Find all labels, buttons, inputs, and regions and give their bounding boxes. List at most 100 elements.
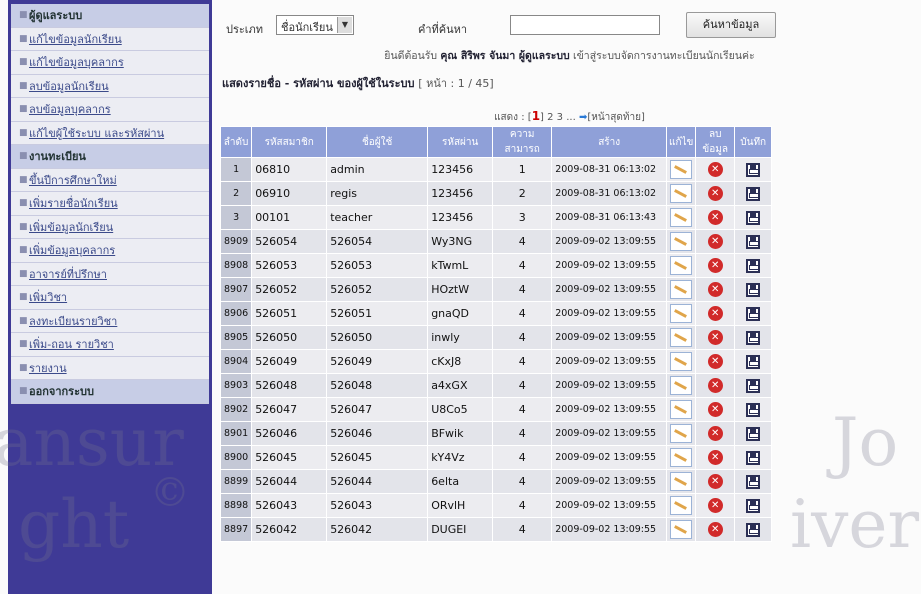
sidebar-item-8[interactable]: ■ เพิ่มรายชื่อนักเรียน: [11, 192, 209, 216]
save-icon[interactable]: [746, 402, 761, 417]
keyword-input[interactable]: [510, 15, 660, 35]
bullet-icon: ■: [19, 315, 28, 326]
member-id-cell: 526044: [251, 469, 328, 494]
sidebar-item-5[interactable]: ■ แก้ไขผู้ใช้ระบบ และรหัสผ่าน: [11, 121, 209, 145]
edit-icon[interactable]: [670, 304, 693, 323]
save-icon[interactable]: [746, 282, 761, 297]
delete-icon[interactable]: ✕: [707, 522, 723, 537]
pager-current[interactable]: 1: [532, 109, 540, 123]
save-icon[interactable]: [746, 330, 761, 345]
level-cell: 4: [492, 229, 553, 254]
column-header[interactable]: รหัสสมาชิก: [251, 126, 328, 158]
edit-icon[interactable]: [670, 208, 693, 227]
delete-icon[interactable]: ✕: [707, 498, 723, 513]
search-button[interactable]: ค้นหาข้อมูล: [686, 12, 776, 38]
edit-icon[interactable]: [670, 520, 693, 539]
bullet-icon: ■: [19, 127, 28, 138]
save-icon[interactable]: [746, 498, 761, 513]
password-cell: Wy3NG: [427, 229, 494, 254]
table-row: 8900 526045 526045 kY4Vz 4 2009-09-02 13:09:5…: [219, 445, 773, 470]
edit-icon[interactable]: [670, 328, 693, 347]
column-header[interactable]: แก้ไข: [666, 126, 697, 158]
sidebar-item-3[interactable]: ■ ลบข้อมูลนักเรียน: [11, 74, 209, 98]
pager-last[interactable]: หน้าสุดท้าย: [591, 112, 641, 123]
sidebar-item-13[interactable]: ■ ลงทะเบียนรายวิชา: [11, 309, 209, 333]
sidebar-item-6[interactable]: ■ งานทะเบียน: [11, 145, 209, 169]
delete-icon[interactable]: ✕: [707, 258, 723, 273]
edit-icon[interactable]: [670, 184, 693, 203]
save-icon[interactable]: [746, 186, 761, 201]
search-type-select[interactable]: ชื่อนักเรียน ▼: [276, 15, 354, 35]
list-title-text: แสดงรายชื่อ - รหัสผ่าน ของผู้ใช้ในระบบ: [222, 77, 415, 90]
delete-icon[interactable]: ✕: [707, 186, 723, 201]
save-icon[interactable]: [746, 258, 761, 273]
sidebar-item-9[interactable]: ■ เพิ่มข้อมูลนักเรียน: [11, 215, 209, 239]
edit-icon[interactable]: [670, 352, 693, 371]
save-icon[interactable]: [746, 354, 761, 369]
sidebar-item-10[interactable]: ■ เพิ่มข้อมูลบุคลากร: [11, 239, 209, 263]
sidebar-item-label: เพิ่มข้อมูลนักเรียน: [29, 220, 114, 234]
level-cell: 4: [492, 253, 553, 278]
edit-cell: [666, 325, 697, 350]
save-icon[interactable]: [746, 306, 761, 321]
delete-icon[interactable]: ✕: [707, 210, 723, 225]
column-header[interactable]: บันทึก: [734, 126, 773, 158]
save-icon[interactable]: [746, 210, 761, 225]
level-cell: 4: [492, 349, 553, 374]
edit-icon[interactable]: [670, 448, 693, 467]
column-header[interactable]: ลำดับ: [219, 126, 253, 158]
sidebar-item-12[interactable]: ■ เพิ่มวิชา: [11, 286, 209, 310]
arrow-right-icon[interactable]: ➡: [579, 112, 587, 123]
delete-icon[interactable]: ✕: [707, 306, 723, 321]
delete-icon[interactable]: ✕: [707, 162, 723, 177]
edit-icon[interactable]: [670, 472, 693, 491]
sidebar-item-1[interactable]: ■ แก้ไขข้อมูลนักเรียน: [11, 27, 209, 51]
edit-icon[interactable]: [670, 376, 693, 395]
row-index-cell: 8901: [219, 421, 253, 446]
column-header[interactable]: รหัสผ่าน: [427, 126, 494, 158]
save-icon[interactable]: [746, 162, 761, 177]
save-icon[interactable]: [746, 450, 761, 465]
sidebar-item-7[interactable]: ■ ขึ้นปีการศึกษาใหม่: [11, 168, 209, 192]
edit-icon[interactable]: [670, 280, 693, 299]
sidebar-item-15[interactable]: ■ รายงาน: [11, 356, 209, 380]
column-header[interactable]: ชื่อผู้ใช้: [326, 126, 429, 158]
edit-icon[interactable]: [670, 232, 693, 251]
list-title: แสดงรายชื่อ - รหัสผ่าน ของผู้ใช้ในระบบ […: [222, 74, 494, 92]
sidebar-item-2[interactable]: ■ แก้ไขข้อมูลบุคลากร: [11, 51, 209, 75]
save-icon[interactable]: [746, 426, 761, 441]
sidebar-item-4[interactable]: ■ ลบข้อมูลบุคลากร: [11, 98, 209, 122]
save-icon[interactable]: [746, 474, 761, 489]
delete-icon[interactable]: ✕: [707, 354, 723, 369]
sidebar-item-16[interactable]: ■ ออกจากระบบ: [11, 380, 209, 404]
sidebar-item-0[interactable]: ■ ผู้ดูแลระบบ: [11, 4, 209, 28]
edit-cell: [666, 349, 697, 374]
column-header[interactable]: สร้าง: [551, 126, 668, 158]
pager-other-pages[interactable]: 2 3 ...: [547, 112, 576, 123]
member-id-cell: 06810: [251, 157, 328, 182]
column-header[interactable]: ลบข้อมูล: [695, 126, 736, 158]
delete-icon[interactable]: ✕: [707, 330, 723, 345]
delete-icon[interactable]: ✕: [707, 378, 723, 393]
sidebar: ■ ผู้ดูแลระบบ ■ แก้ไขข้อมูลนักเรียน ■ แก้ไขข้…: [8, 0, 212, 594]
bullet-icon: ■: [19, 386, 28, 397]
save-icon[interactable]: [746, 378, 761, 393]
delete-icon[interactable]: ✕: [707, 474, 723, 489]
delete-icon[interactable]: ✕: [707, 282, 723, 297]
delete-icon[interactable]: ✕: [707, 450, 723, 465]
edit-icon[interactable]: [670, 424, 693, 443]
sidebar-item-14[interactable]: ■ เพิ่ม-ถอน รายวิชา: [11, 333, 209, 357]
column-header[interactable]: ความสามารถ: [492, 126, 553, 158]
edit-icon[interactable]: [670, 496, 693, 515]
edit-icon[interactable]: [670, 256, 693, 275]
edit-icon[interactable]: [670, 400, 693, 419]
sidebar-item-label: แก้ไขข้อมูลนักเรียน: [29, 32, 122, 46]
save-icon[interactable]: [746, 522, 761, 537]
delete-icon[interactable]: ✕: [707, 234, 723, 249]
edit-icon[interactable]: [670, 160, 693, 179]
save-icon[interactable]: [746, 234, 761, 249]
delete-icon[interactable]: ✕: [707, 426, 723, 441]
delete-icon[interactable]: ✕: [707, 402, 723, 417]
sidebar-item-11[interactable]: ■ อาจารย์ที่ปรึกษา: [11, 262, 209, 286]
chevron-down-icon[interactable]: ▼: [337, 17, 352, 33]
